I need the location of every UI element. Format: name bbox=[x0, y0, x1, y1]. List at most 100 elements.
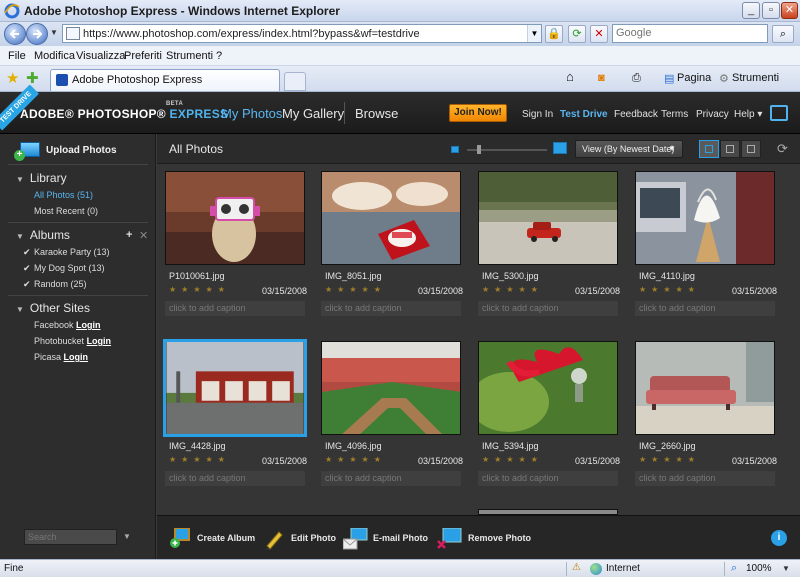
menu-file[interactable]: File bbox=[8, 50, 26, 62]
rotate-icon[interactable]: ⟳ bbox=[777, 141, 788, 157]
menu-modifica[interactable]: Modifica bbox=[34, 50, 75, 62]
address-field[interactable]: ▼ bbox=[62, 24, 542, 43]
zoom-dropdown-icon[interactable]: ▼ bbox=[782, 564, 790, 573]
sidebar-search-input[interactable] bbox=[25, 530, 115, 544]
refresh-icon[interactable]: ⟳ bbox=[568, 25, 586, 43]
close-window-button[interactable]: ✕ bbox=[781, 2, 798, 19]
info-icon[interactable]: i bbox=[771, 530, 787, 546]
minimize-button[interactable]: _ bbox=[742, 2, 760, 19]
photo-image[interactable] bbox=[478, 171, 618, 265]
photo-image[interactable] bbox=[635, 341, 775, 435]
small-thumbnail-icon[interactable] bbox=[451, 146, 459, 153]
photo-thumbnail[interactable]: IMG_5300.jpg ★★★★★ 03/15/2008 click to a… bbox=[470, 165, 620, 329]
protected-mode-icon[interactable]: ⚠ bbox=[572, 562, 581, 573]
photo-image[interactable] bbox=[478, 341, 618, 435]
album-my-dog-spot[interactable]: ✔ My Dog Spot (13) bbox=[23, 263, 105, 273]
library-header[interactable]: ▼ Library bbox=[16, 171, 67, 185]
help-menu[interactable]: Help ▾ bbox=[734, 109, 762, 120]
list-view-button[interactable] bbox=[741, 140, 761, 158]
favorites-star-icon[interactable]: ★ bbox=[6, 69, 19, 87]
albums-header[interactable]: ▼ Albums bbox=[16, 228, 70, 242]
menu-strumenti[interactable]: Strumenti bbox=[166, 50, 213, 62]
picasa-login-link[interactable]: Login bbox=[64, 352, 89, 362]
photo-image[interactable] bbox=[321, 171, 461, 265]
large-thumbnail-icon[interactable] bbox=[553, 142, 567, 154]
tab-photoshop-express[interactable]: Adobe Photoshop Express bbox=[50, 69, 280, 91]
menu-preferiti[interactable]: Preferiti bbox=[124, 50, 162, 62]
join-now-button[interactable]: Join Now! bbox=[449, 104, 507, 122]
nav-my-gallery[interactable]: My Gallery bbox=[282, 106, 344, 121]
feeds-icon[interactable]: ◙ bbox=[598, 72, 605, 84]
rating-stars[interactable]: ★★★★★ bbox=[639, 285, 700, 294]
menu-visualizza[interactable]: Visualizza bbox=[76, 50, 125, 62]
add-favorites-icon[interactable]: ✚ bbox=[26, 69, 39, 87]
library-item-all-photos[interactable]: All Photos (51) bbox=[34, 190, 93, 200]
lock-icon[interactable]: 🔒 bbox=[545, 25, 563, 43]
library-item-most-recent[interactable]: Most Recent (0) bbox=[34, 206, 98, 216]
tile-view-button[interactable] bbox=[720, 140, 740, 158]
privacy-link[interactable]: Privacy bbox=[696, 109, 729, 120]
history-dropdown-icon[interactable]: ▼ bbox=[50, 28, 58, 37]
security-zone[interactable]: Internet bbox=[606, 563, 640, 574]
browser-search-input[interactable] bbox=[613, 25, 763, 41]
caption-field[interactable]: click to add caption bbox=[635, 471, 775, 486]
rating-stars[interactable]: ★★★★★ bbox=[169, 285, 230, 294]
sort-dropdown[interactable]: View (By Newest Date) ▼ bbox=[575, 140, 683, 158]
caption-field[interactable]: click to add caption bbox=[478, 471, 618, 486]
maximize-button[interactable]: ▫ bbox=[762, 2, 780, 19]
forward-button[interactable] bbox=[26, 23, 48, 45]
feedback-link[interactable]: Feedback bbox=[614, 109, 658, 120]
print-icon[interactable]: ⎙ bbox=[632, 72, 641, 85]
rating-stars[interactable]: ★★★★★ bbox=[482, 455, 543, 464]
photo-thumbnail[interactable]: IMG_8051.jpg ★★★★★ 03/15/2008 click to a… bbox=[313, 165, 463, 329]
rating-stars[interactable]: ★★★★★ bbox=[482, 285, 543, 294]
test-drive-link[interactable]: Test Drive bbox=[560, 109, 608, 120]
photo-image[interactable] bbox=[321, 341, 461, 435]
url-input[interactable] bbox=[83, 26, 523, 41]
sidebar-search-box[interactable] bbox=[24, 529, 117, 545]
caption-field[interactable]: click to add caption bbox=[635, 301, 775, 316]
fullscreen-icon[interactable] bbox=[770, 105, 788, 121]
menu-help[interactable]: ? bbox=[216, 50, 222, 62]
home-icon[interactable]: ⌂ bbox=[566, 69, 574, 84]
caption-field[interactable]: click to add caption bbox=[478, 301, 618, 316]
delete-album-icon[interactable]: ✕ bbox=[139, 229, 148, 242]
photo-image[interactable] bbox=[635, 171, 775, 265]
back-button[interactable] bbox=[4, 23, 26, 45]
stop-icon[interactable]: ✕ bbox=[590, 25, 608, 43]
album-karaoke-party[interactable]: ✔ Karaoke Party (13) bbox=[23, 247, 110, 257]
nav-my-photos[interactable]: My Photos bbox=[221, 106, 282, 121]
sign-in-link[interactable]: Sign In bbox=[522, 109, 553, 120]
browser-search-box[interactable] bbox=[612, 24, 768, 43]
search-dropdown-icon[interactable]: ▼ bbox=[123, 532, 131, 541]
facebook-login-link[interactable]: Login bbox=[76, 320, 101, 330]
grid-view-button[interactable] bbox=[699, 140, 719, 158]
rating-stars[interactable]: ★★★★★ bbox=[169, 455, 230, 464]
caption-field[interactable]: click to add caption bbox=[165, 471, 305, 486]
caption-field[interactable]: click to add caption bbox=[165, 301, 305, 316]
photo-image[interactable] bbox=[165, 171, 305, 265]
photo-thumbnail-selected[interactable]: IMG_4428.jpg ★★★★★ 03/15/2008 click to a… bbox=[157, 335, 307, 499]
photo-thumbnail[interactable]: IMG_5394.jpg ★★★★★ 03/15/2008 click to a… bbox=[470, 335, 620, 499]
caption-field[interactable]: click to add caption bbox=[321, 301, 461, 316]
tools-menu[interactable]: Strumenti bbox=[732, 72, 779, 84]
photo-image[interactable] bbox=[163, 339, 307, 437]
slider-handle[interactable] bbox=[477, 145, 481, 154]
search-go-icon[interactable]: ⌕ bbox=[772, 25, 794, 43]
add-album-icon[interactable]: + bbox=[126, 229, 132, 241]
photo-thumbnail[interactable]: IMG_2660.jpg ★★★★★ 03/15/2008 click to a… bbox=[627, 335, 777, 499]
new-tab-button[interactable] bbox=[284, 72, 306, 91]
address-dropdown-icon[interactable]: ▼ bbox=[527, 25, 541, 42]
album-random[interactable]: ✔ Random (25) bbox=[23, 279, 87, 289]
photo-thumbnail[interactable]: P1010061.jpg ★★★★★ 03/15/2008 click to a… bbox=[157, 165, 307, 329]
photo-thumbnail[interactable]: IMG_4096.jpg ★★★★★ 03/15/2008 click to a… bbox=[313, 335, 463, 499]
caption-field[interactable]: click to add caption bbox=[321, 471, 461, 486]
other-sites-header[interactable]: ▼ Other Sites bbox=[16, 301, 90, 315]
terms-link[interactable]: Terms bbox=[661, 109, 688, 120]
rating-stars[interactable]: ★★★★★ bbox=[639, 455, 700, 464]
zoom-level[interactable]: 100% bbox=[746, 563, 772, 574]
page-menu[interactable]: Pagina bbox=[677, 72, 711, 84]
rating-stars[interactable]: ★★★★★ bbox=[325, 455, 386, 464]
rating-stars[interactable]: ★★★★★ bbox=[325, 285, 386, 294]
photobucket-login-link[interactable]: Login bbox=[87, 336, 112, 346]
